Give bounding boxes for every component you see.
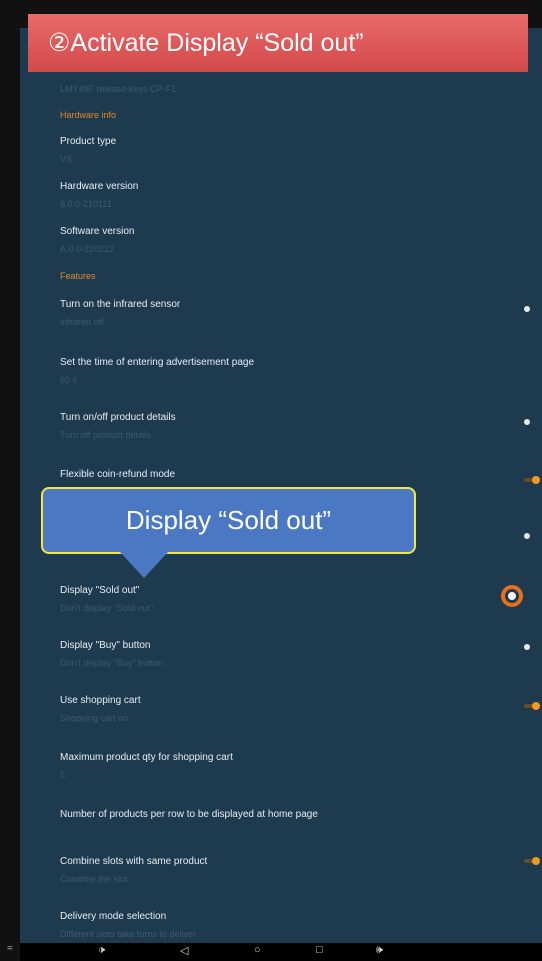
setting-title: Delivery mode selection	[60, 911, 167, 922]
setting-products-per-row[interactable]: Number of products per row to be display…	[60, 808, 318, 821]
setting-value: Shopping cart on	[60, 713, 129, 723]
chevron-down-icon[interactable]: ≈	[0, 943, 20, 961]
setting-title: Number of products per row to be display…	[60, 809, 318, 820]
setting-title: Use shopping cart	[60, 695, 141, 706]
setting-product-type[interactable]: Product type VS	[60, 135, 116, 165]
toggle-knob	[508, 592, 516, 600]
setting-value: Infrared off	[60, 317, 104, 327]
setting-value: A.0.0-220222	[60, 244, 115, 254]
setting-value: 5	[60, 770, 66, 780]
setting-coin-refund-mode[interactable]: Flexible coin-refund mode	[60, 468, 175, 481]
setting-value: 8.6.0-210111	[60, 199, 112, 209]
setting-title: Hardware version	[60, 181, 139, 192]
recents-icon[interactable]: □	[316, 944, 323, 956]
setting-title: Set the time of entering advertisement p…	[60, 357, 255, 368]
build-info-partial: LMY49F release-keys CP-F1	[60, 84, 177, 94]
setting-title: Flexible coin-refund mode	[60, 469, 176, 480]
setting-title: Software version	[60, 226, 135, 237]
setting-title: Turn on the infrared sensor	[60, 299, 181, 310]
sold-out-toggle[interactable]	[501, 585, 523, 607]
shopping-cart-toggle[interactable]	[524, 702, 540, 710]
setting-display-sold-out[interactable]: Display "Sold out" Don't display "Sold o…	[60, 584, 153, 614]
setting-value: 60 s	[60, 375, 78, 385]
volume-down-icon[interactable]: 🕩	[98, 944, 105, 957]
setting-value: Turn off product details	[60, 430, 152, 440]
home-icon[interactable]: ○	[254, 944, 261, 956]
setting-shopping-cart[interactable]: Use shopping cart Shopping cart on	[60, 694, 141, 724]
back-icon[interactable]: ◁	[180, 944, 188, 957]
setting-hardware-version[interactable]: Hardware version 8.6.0-210111	[60, 180, 138, 210]
combine-slots-toggle[interactable]	[524, 857, 540, 865]
infrared-toggle[interactable]	[524, 306, 530, 312]
setting-value: Different slots take turns to deliver	[60, 929, 196, 939]
setting-title: Turn on/off product details	[60, 412, 176, 423]
setting-title: Display "Sold out"	[60, 585, 140, 596]
setting-title: Product type	[60, 136, 117, 147]
setting-software-version[interactable]: Software version A.0.0-220222	[60, 225, 134, 255]
section-features: Features	[60, 271, 96, 281]
hidden-setting-toggle[interactable]	[524, 533, 530, 539]
setting-value: Combine the slot	[60, 874, 128, 884]
section-hardware-info: Hardware info	[60, 110, 117, 120]
callout-label: Display “Sold out”	[41, 487, 416, 554]
setting-display-buy-button[interactable]: Display "Buy" button Don't display "Buy"…	[60, 639, 163, 669]
setting-title: Maximum product qty for shopping cart	[60, 752, 233, 763]
system-navigation-bar: 🕩 ◁ ○ □ 🕪	[20, 943, 542, 961]
settings-screen: LMY49F release-keys CP-F1 Hardware info …	[20, 28, 542, 943]
setting-product-details[interactable]: Turn on/off product details Turn off pro…	[60, 411, 176, 441]
setting-combine-slots[interactable]: Combine slots with same product Combine …	[60, 855, 207, 885]
step-banner: ②Activate Display “Sold out”	[28, 14, 528, 72]
setting-max-cart-qty[interactable]: Maximum product qty for shopping cart 5	[60, 751, 233, 781]
buy-button-toggle[interactable]	[524, 644, 530, 650]
setting-title: Combine slots with same product	[60, 856, 208, 867]
coin-refund-toggle[interactable]	[524, 476, 540, 484]
volume-up-icon[interactable]: 🕪	[376, 944, 383, 957]
setting-value: Don't display "Sold out"	[60, 603, 154, 613]
setting-advertisement-time[interactable]: Set the time of entering advertisement p…	[60, 356, 254, 386]
setting-delivery-mode[interactable]: Delivery mode selection Different slots …	[60, 910, 196, 940]
setting-value: Don't display "Buy" button	[60, 658, 164, 668]
setting-infrared-sensor[interactable]: Turn on the infrared sensor Infrared off	[60, 298, 180, 328]
product-details-toggle[interactable]	[524, 419, 530, 425]
setting-value: VS	[60, 154, 73, 164]
setting-title: Display "Buy" button	[60, 640, 151, 651]
callout-pointer	[120, 552, 168, 578]
